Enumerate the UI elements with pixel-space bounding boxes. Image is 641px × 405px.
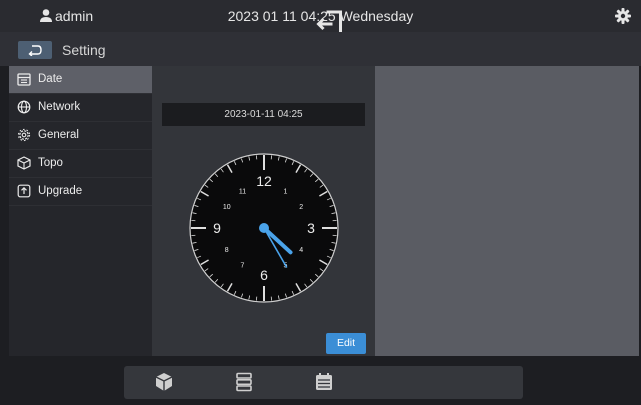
cube-icon <box>17 156 31 170</box>
sidebar-item-upgrade[interactable]: Upgrade <box>9 178 152 206</box>
page-title: Setting <box>62 42 106 58</box>
datetime-value: 2023-01-11 04:25 <box>224 109 303 120</box>
box-icon[interactable] <box>154 372 174 392</box>
back-arrow-icon <box>28 45 42 56</box>
back-button[interactable] <box>18 41 52 59</box>
sidebar-item-label: Topo <box>38 157 63 169</box>
clock-number: 11 <box>239 188 246 195</box>
sidebar-item-date[interactable]: Date <box>9 66 152 94</box>
clock-number: 3 <box>307 220 315 236</box>
analog-clock: 121234567891011 <box>189 153 339 303</box>
globe-icon <box>17 100 31 114</box>
clock-number: 12 <box>256 173 272 189</box>
clock-number: 2 <box>299 204 303 211</box>
bottom-dock <box>124 366 523 399</box>
sidebar-item-label: Date <box>38 73 63 85</box>
sidebar-item-label: General <box>38 129 79 141</box>
sidebar: Date Network General Topo Upgrade <box>9 66 152 356</box>
settings-gear-icon[interactable] <box>614 7 632 25</box>
clock-center <box>259 223 269 233</box>
clock-number: 6 <box>260 267 268 283</box>
clock-number: 1 <box>284 188 288 195</box>
gear-icon <box>17 128 31 142</box>
calendar-icon <box>17 73 31 86</box>
sidebar-item-general[interactable]: General <box>9 122 152 150</box>
calendar-icon[interactable] <box>314 372 334 392</box>
clock-number: 9 <box>213 220 221 236</box>
sidebar-item-label: Upgrade <box>38 185 83 197</box>
upload-icon <box>17 184 31 198</box>
clock-number: 8 <box>225 247 229 254</box>
datetime-display[interactable]: 2023-01-11 04:25 <box>162 103 365 126</box>
right-panel <box>375 66 639 356</box>
edit-button[interactable]: Edit <box>326 333 366 354</box>
clock-number: 7 <box>241 263 245 270</box>
sidebar-item-network[interactable]: Network <box>9 94 152 122</box>
sidebar-item-label: Network <box>38 101 81 113</box>
top-datetime: 2023 01 11 04:25 Wednesday <box>227 8 414 24</box>
sidebar-item-topo[interactable]: Topo <box>9 150 152 178</box>
clock-number: 10 <box>223 204 231 211</box>
server-icon[interactable] <box>234 372 254 392</box>
clock-number: 4 <box>299 247 303 254</box>
